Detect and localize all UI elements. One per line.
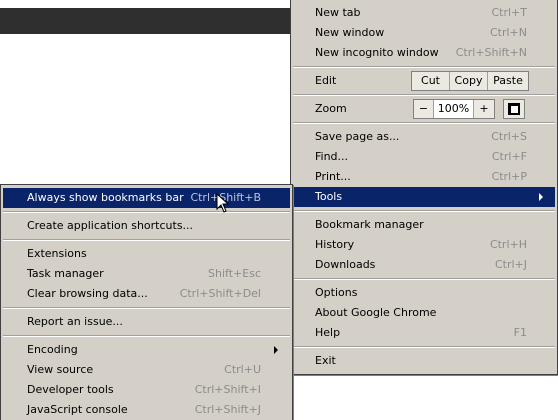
menu-shortcut: Ctrl+Shift+I xyxy=(194,383,261,396)
menu-item-options[interactable]: Options xyxy=(293,283,555,303)
submenu-item-encoding[interactable]: Encoding xyxy=(3,340,290,360)
menu-label: Help xyxy=(315,326,341,339)
menu-label: History xyxy=(315,238,355,251)
menu-label: Downloads xyxy=(315,258,376,271)
menu-separator xyxy=(293,94,555,96)
menu-label: Report an issue... xyxy=(27,315,123,328)
menu-label: Edit xyxy=(315,74,337,87)
menu-item-new-tab[interactable]: New tab Ctrl+T xyxy=(293,3,555,23)
menu-shortcut: Ctrl+U xyxy=(224,363,261,376)
menu-item-history[interactable]: History Ctrl+H xyxy=(293,235,555,255)
screen: New tab Ctrl+T New window Ctrl+N New inc… xyxy=(0,0,558,420)
menu-separator xyxy=(293,66,555,68)
zoom-out-button[interactable]: − xyxy=(414,100,434,118)
menu-item-print[interactable]: Print... Ctrl+P xyxy=(293,167,555,187)
menu-label: Clear browsing data... xyxy=(27,287,148,300)
tab-strip xyxy=(0,8,300,34)
menu-label: Print... xyxy=(315,170,351,183)
menu-label: Always show bookmarks bar xyxy=(27,191,184,204)
menu-item-new-incognito[interactable]: New incognito window Ctrl+Shift+N xyxy=(293,43,555,63)
menu-separator xyxy=(293,346,555,348)
menu-separator xyxy=(3,239,290,241)
page-area xyxy=(0,0,300,8)
menu-label: Bookmark manager xyxy=(315,218,424,231)
menu-separator xyxy=(293,278,555,280)
menu-label: Exit xyxy=(315,354,336,367)
menu-shortcut: Ctrl+F xyxy=(491,150,527,163)
menu-label: Options xyxy=(315,286,358,299)
menu-item-bookmark-manager[interactable]: Bookmark manager xyxy=(293,215,555,235)
menu-label: Encoding xyxy=(27,343,78,356)
fullscreen-button[interactable] xyxy=(503,99,525,119)
menu-label: Tools xyxy=(315,190,343,203)
submenu-item-js-console[interactable]: JavaScript console Ctrl+Shift+J xyxy=(3,400,290,420)
menu-shortcut: Shift+Esc xyxy=(208,267,261,280)
menu-separator xyxy=(293,122,555,124)
menu-label: Save page as... xyxy=(315,130,400,143)
chrome-main-menu: New tab Ctrl+T New window Ctrl+N New inc… xyxy=(290,0,558,375)
menu-label: Developer tools xyxy=(27,383,114,396)
menu-label: About Google Chrome xyxy=(315,306,437,319)
menu-shortcut: Ctrl+Shift+J xyxy=(194,403,261,416)
menu-shortcut: Ctrl+Shift+Del xyxy=(179,287,261,300)
mouse-pointer-icon xyxy=(216,193,230,213)
menu-item-about[interactable]: About Google Chrome xyxy=(293,303,555,323)
submenu-item-view-source[interactable]: View source Ctrl+U xyxy=(3,360,290,380)
menu-separator xyxy=(3,211,290,213)
menu-label: New window xyxy=(315,26,385,39)
copy-button[interactable]: Copy xyxy=(450,72,488,90)
submenu-item-clear-data[interactable]: Clear browsing data... Ctrl+Shift+Del xyxy=(3,284,290,304)
menu-label: New tab xyxy=(315,6,361,19)
tools-submenu: Always show bookmarks bar Ctrl+Shift+B C… xyxy=(0,184,293,420)
menu-shortcut: F1 xyxy=(513,326,527,339)
zoom-value: 100% xyxy=(434,100,474,118)
submenu-item-developer-tools[interactable]: Developer tools Ctrl+Shift+I xyxy=(3,380,290,400)
menu-label: Zoom xyxy=(315,102,347,115)
submenu-item-extensions[interactable]: Extensions xyxy=(3,244,290,264)
cut-button[interactable]: Cut xyxy=(412,72,450,90)
menu-shortcut: Ctrl+H xyxy=(489,238,527,251)
submenu-arrow-icon xyxy=(274,346,278,354)
menu-label: Task manager xyxy=(27,267,104,280)
menu-shortcut: Ctrl+Shift+N xyxy=(455,46,527,59)
menu-label: View source xyxy=(27,363,94,376)
menu-item-find[interactable]: Find... Ctrl+F xyxy=(293,147,555,167)
menu-shortcut: Ctrl+T xyxy=(491,6,527,19)
menu-item-exit[interactable]: Exit xyxy=(293,351,555,371)
menu-item-help[interactable]: Help F1 xyxy=(293,323,555,343)
edit-button-group: Cut Copy Paste xyxy=(411,71,529,91)
submenu-item-task-manager[interactable]: Task manager Shift+Esc xyxy=(3,264,290,284)
menu-label: Find... xyxy=(315,150,349,163)
menu-shortcut: Ctrl+J xyxy=(494,258,527,271)
submenu-item-app-shortcuts[interactable]: Create application shortcuts... xyxy=(3,216,290,236)
zoom-in-button[interactable]: + xyxy=(474,100,494,118)
paste-button[interactable]: Paste xyxy=(488,72,528,90)
submenu-item-bookmarks-bar[interactable]: Always show bookmarks bar Ctrl+Shift+B xyxy=(3,188,290,208)
menu-item-new-window[interactable]: New window Ctrl+N xyxy=(293,23,555,43)
menu-separator xyxy=(3,335,290,337)
menu-item-save-page[interactable]: Save page as... Ctrl+S xyxy=(293,127,555,147)
menu-separator xyxy=(293,210,555,212)
menu-label: Create application shortcuts... xyxy=(27,219,194,232)
menu-label: New incognito window xyxy=(315,46,439,59)
menu-separator xyxy=(3,307,290,309)
zoom-control: − 100% + xyxy=(413,99,495,119)
menu-label: JavaScript console xyxy=(27,403,128,416)
submenu-item-report-issue[interactable]: Report an issue... xyxy=(3,312,290,332)
menu-shortcut: Ctrl+N xyxy=(489,26,527,39)
menu-shortcut: Ctrl+P xyxy=(491,170,527,183)
submenu-arrow-icon xyxy=(539,193,543,201)
fullscreen-icon-inner xyxy=(511,106,518,113)
menu-shortcut: Ctrl+S xyxy=(491,130,527,143)
menu-item-tools[interactable]: Tools xyxy=(293,187,555,207)
menu-label: Extensions xyxy=(27,247,87,260)
menu-item-downloads[interactable]: Downloads Ctrl+J xyxy=(293,255,555,275)
